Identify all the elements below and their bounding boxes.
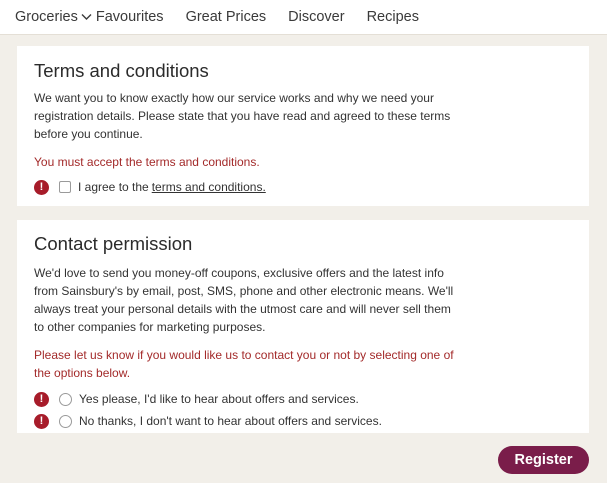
- nav-discover[interactable]: Discover: [288, 9, 344, 25]
- nav-groceries-label: Groceries: [15, 9, 78, 25]
- nav-favourites[interactable]: Favourites: [96, 9, 164, 25]
- contact-yes-row: ! Yes please, I'd like to hear about off…: [34, 388, 572, 410]
- alert-icon: !: [34, 413, 49, 429]
- contact-yes-label[interactable]: Yes please, I'd like to hear about offer…: [79, 392, 359, 406]
- terms-agree-label: I agree to the: [78, 180, 149, 194]
- terms-link[interactable]: terms and conditions.: [152, 180, 266, 194]
- alert-icon: !: [34, 179, 49, 195]
- nav-great-prices[interactable]: Great Prices: [186, 9, 267, 25]
- contact-no-radio[interactable]: [59, 414, 72, 428]
- alert-icon: !: [34, 391, 49, 407]
- contact-error-message: Please let us know if you would like us …: [34, 348, 454, 380]
- terms-body: We want you to know exactly how our serv…: [34, 91, 451, 141]
- contact-yes-radio[interactable]: [59, 392, 72, 406]
- contact-title: Contact permission: [34, 233, 193, 254]
- terms-error-message: You must accept the terms and conditions…: [34, 155, 260, 169]
- terms-card: Terms and conditions We want you to know…: [17, 46, 589, 206]
- terms-agree-row: ! I agree to the terms and conditions.: [34, 176, 572, 198]
- terms-agree-checkbox[interactable]: [59, 181, 71, 193]
- nav-recipes[interactable]: Recipes: [367, 9, 419, 25]
- contact-no-row: ! No thanks, I don't want to hear about …: [34, 410, 572, 432]
- terms-title: Terms and conditions: [34, 60, 209, 81]
- top-nav: Groceries Favourites Great Prices Discov…: [0, 0, 607, 35]
- register-button[interactable]: Register: [498, 446, 589, 474]
- nav-groceries[interactable]: Groceries: [15, 9, 92, 25]
- chevron-down-icon: [81, 13, 92, 21]
- contact-body: We'd love to send you money-off coupons,…: [34, 266, 454, 334]
- contact-card: Contact permission We'd love to send you…: [17, 220, 589, 433]
- contact-no-label[interactable]: No thanks, I don't want to hear about of…: [79, 414, 382, 428]
